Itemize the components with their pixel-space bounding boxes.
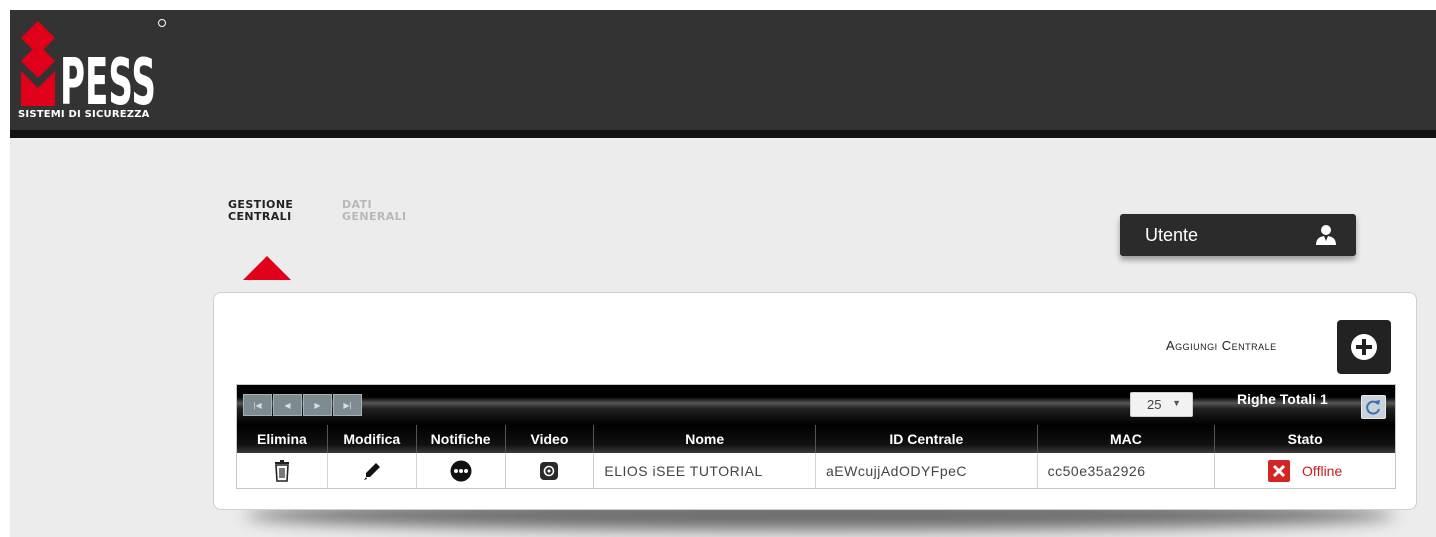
column-header-stato[interactable]: Stato xyxy=(1215,425,1395,453)
grid-toolbar: |◀ ◀ ▶ ▶| 25 ▼ Righe Totali 1 xyxy=(237,385,1395,425)
grid-header-row: Elimina Modifica Notifiche Video Nome ID… xyxy=(237,425,1395,453)
column-header-notifiche: Notifiche xyxy=(417,425,506,453)
top-bar: PESS SISTEMI DI SICUREZZA xyxy=(10,10,1436,138)
active-tab-pointer xyxy=(243,256,291,280)
video-icon[interactable] xyxy=(539,460,559,482)
cell-modifica xyxy=(328,453,417,488)
pager: |◀ ◀ ▶ ▶| xyxy=(243,394,362,416)
add-centrale-label[interactable]: Aggiungi Centrale xyxy=(1166,338,1277,353)
column-header-elimina: Elimina xyxy=(237,425,328,453)
refresh-icon xyxy=(1366,400,1380,415)
tab-dati-generali[interactable]: DATI GENERALI xyxy=(342,199,422,223)
page-size-select[interactable]: 25 ▼ xyxy=(1130,392,1193,417)
first-page-icon[interactable]: |◀ xyxy=(243,394,272,416)
user-menu-button[interactable]: Utente xyxy=(1120,214,1356,256)
column-header-nome[interactable]: Nome xyxy=(594,425,816,453)
user-label: Utente xyxy=(1145,225,1199,245)
last-page-icon[interactable]: ▶| xyxy=(333,394,362,416)
centrali-grid: |◀ ◀ ▶ ▶| 25 ▼ Righe Totali 1 Elimina Mo… xyxy=(236,384,1396,489)
cell-id-centrale: aEWcujjAdODYFpeC xyxy=(816,453,1038,488)
cell-nome: ELIOS iSEE TUTORIAL xyxy=(594,453,816,488)
refresh-button[interactable] xyxy=(1361,395,1386,419)
pencil-icon[interactable] xyxy=(362,460,382,482)
prev-page-icon[interactable]: ◀ xyxy=(273,394,302,416)
offline-x-icon[interactable] xyxy=(1268,459,1291,482)
trash-icon[interactable] xyxy=(272,459,292,482)
cell-stato: Offline xyxy=(1215,453,1395,488)
cell-elimina xyxy=(237,453,328,488)
cell-mac: cc50e35a2926 xyxy=(1038,453,1216,488)
logo-caption: SISTEMI DI SICUREZZA xyxy=(18,109,150,120)
total-rows-label: Righe Totali 1 xyxy=(1237,391,1328,407)
table-row: ELIOS iSEE TUTORIAL aEWcujjAdODYFpeC cc5… xyxy=(237,453,1395,488)
page-size-value: 25 xyxy=(1147,397,1162,412)
status-offline-text: Offline xyxy=(1302,462,1343,479)
plus-circle-icon xyxy=(1351,334,1377,360)
add-centrale-button[interactable] xyxy=(1337,320,1391,374)
cell-video xyxy=(506,453,595,488)
tab-gestione-centrali[interactable]: GESTIONE CENTRALI xyxy=(228,199,308,223)
column-header-id-centrale[interactable]: ID Centrale xyxy=(816,425,1038,453)
column-header-modifica: Modifica xyxy=(328,425,417,453)
next-page-icon[interactable]: ▶ xyxy=(303,394,332,416)
chevron-down-icon: ▼ xyxy=(1172,398,1181,408)
column-header-mac[interactable]: MAC xyxy=(1038,425,1216,453)
centrali-panel: Aggiungi Centrale |◀ ◀ ▶ ▶| 25 ▼ Righe T… xyxy=(213,292,1417,510)
column-header-video: Video xyxy=(506,425,595,453)
user-icon xyxy=(1316,225,1336,245)
notifications-dots-icon[interactable] xyxy=(449,460,473,482)
cell-notifiche xyxy=(417,453,506,488)
